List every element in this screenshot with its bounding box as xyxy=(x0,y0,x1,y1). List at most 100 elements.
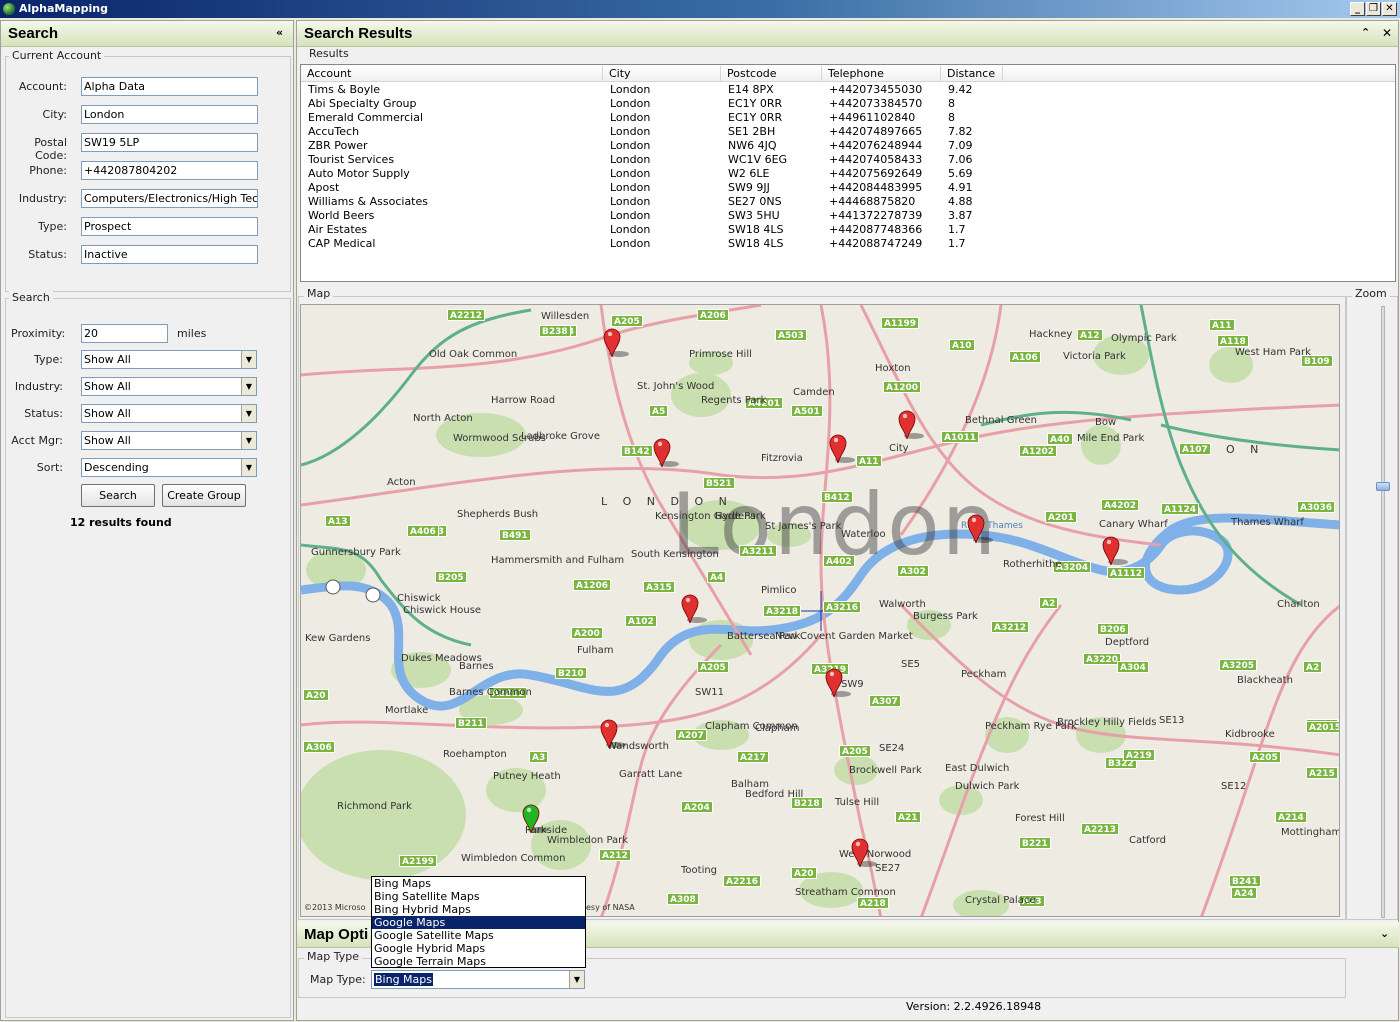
table-cell: Abi Specialty Group xyxy=(308,97,417,110)
result-pin-icon[interactable] xyxy=(598,716,626,750)
table-row[interactable]: Williams & Associates London SE27 0NS +4446… xyxy=(301,195,1395,209)
place-label: East Dulwich xyxy=(945,763,1010,774)
column-header[interactable]: Distance xyxy=(941,66,1003,82)
map-type-option[interactable]: Bing Satellite Maps xyxy=(372,890,585,903)
collapse-left-icon[interactable]: « xyxy=(276,26,283,39)
map-type-option[interactable]: Google Maps xyxy=(372,916,585,929)
account-field-value[interactable]: Alpha Data xyxy=(81,77,258,96)
roundabout-2 xyxy=(325,579,341,595)
account-field-value[interactable]: Prospect xyxy=(81,217,258,236)
zoom-track[interactable] xyxy=(1381,306,1385,918)
result-pin-icon[interactable] xyxy=(601,325,629,359)
results-panel-title: Search Results xyxy=(304,25,413,42)
column-header[interactable]: Telephone xyxy=(822,66,941,82)
search-button[interactable]: Search xyxy=(81,484,155,507)
close-icon[interactable]: ✕ xyxy=(1382,2,1397,16)
account-field-value[interactable]: Computers/Electronics/High Tech xyxy=(81,189,258,208)
proximity-input[interactable]: 20 xyxy=(81,324,168,343)
results-found-text: 12 results found xyxy=(70,516,172,529)
table-cell: London xyxy=(610,97,651,110)
filter-select[interactable]: Descending ▼ xyxy=(81,458,257,477)
table-cell: +442074897665 xyxy=(829,125,923,138)
table-cell: +442087748366 xyxy=(829,223,923,236)
road-label: A1206 xyxy=(573,579,612,591)
table-row[interactable]: CAP Medical London SW18 4LS +442088747249 1.… xyxy=(301,237,1395,251)
place-label: Tulse Hill xyxy=(835,797,880,808)
place-label: Crystal Palace xyxy=(965,895,1036,906)
zoom-slider-thumb[interactable] xyxy=(1376,482,1390,491)
dropdown-arrow-icon[interactable]: ▼ xyxy=(241,351,256,368)
filter-select[interactable]: Show All ▼ xyxy=(81,377,257,396)
result-pin-icon[interactable] xyxy=(849,835,877,869)
road-label: A207 xyxy=(675,729,707,741)
map-type-option[interactable]: Google Satellite Maps xyxy=(372,929,585,942)
panel-close-icon[interactable]: ✕ xyxy=(1382,26,1392,40)
place-label: City xyxy=(889,443,909,454)
table-cell: 1.7 xyxy=(948,223,966,236)
table-row[interactable]: Apost London SW9 9JJ +442084483995 4.91 xyxy=(301,181,1395,195)
table-row[interactable]: ZBR Power London NW6 4JQ +442076248944 7.09 xyxy=(301,139,1395,153)
result-pin-icon[interactable] xyxy=(651,435,679,469)
dropdown-arrow-icon[interactable]: ▼ xyxy=(241,405,256,422)
filter-select[interactable]: Show All ▼ xyxy=(81,350,257,369)
account-field-value[interactable]: London xyxy=(81,105,258,124)
road-label: A4 xyxy=(707,571,727,583)
map-type-option[interactable]: Bing Maps xyxy=(372,877,585,890)
table-row[interactable]: Abi Specialty Group London EC1Y 0RR +442073… xyxy=(301,97,1395,111)
column-header[interactable]: City xyxy=(603,66,721,82)
map-type-option[interactable]: Google Terrain Maps xyxy=(372,955,585,968)
map-type-option[interactable]: Bing Hybrid Maps xyxy=(372,903,585,916)
restore-icon[interactable]: ❐ xyxy=(1366,2,1381,16)
zoom-group xyxy=(1346,296,1398,920)
expand-map-options-icon[interactable]: ⌄ xyxy=(1380,927,1389,940)
column-header[interactable]: Account xyxy=(301,66,603,82)
table-row[interactable]: Tims & Boyle London E14 8PX +442073455030 9.… xyxy=(301,83,1395,97)
dropdown-arrow-icon[interactable]: ▼ xyxy=(569,971,584,988)
result-pin-icon[interactable] xyxy=(965,511,993,545)
road-label: A5 xyxy=(649,405,669,417)
road-label: A214 xyxy=(1275,811,1307,823)
result-pin-icon[interactable] xyxy=(1100,533,1128,567)
create-group-button[interactable]: Create Group xyxy=(162,484,246,507)
collapse-up-icon[interactable]: ⌃ xyxy=(1361,26,1370,39)
account-field-value[interactable]: Inactive xyxy=(81,245,258,264)
table-row[interactable]: World Beers London SW3 5HU +441372278739 3.8… xyxy=(301,209,1395,223)
filter-select[interactable]: Show All ▼ xyxy=(81,431,257,450)
dropdown-arrow-icon[interactable]: ▼ xyxy=(241,459,256,476)
place-label: Barnes Common xyxy=(449,687,532,698)
map-view[interactable]: London A407A4003B520A502A503A1199A12A11A… xyxy=(300,304,1340,917)
result-pin-icon[interactable] xyxy=(896,407,924,441)
road-label: A11 xyxy=(1209,319,1235,331)
map-type-label: Map Type: xyxy=(310,973,366,986)
table-cell: SE27 0NS xyxy=(728,195,782,208)
table-row[interactable]: Emerald Commercial London EC1Y 0RR +4496110… xyxy=(301,111,1395,125)
road-label: A2216 xyxy=(723,875,762,887)
table-row[interactable]: Tourist Services London WC1V 6EG +442074058… xyxy=(301,153,1395,167)
table-row[interactable]: AccuTech London SE1 2BH +442074897665 7.82 xyxy=(301,125,1395,139)
place-label: SW11 xyxy=(695,687,724,698)
map-type-select[interactable]: Bing Maps ▼ xyxy=(371,970,585,989)
dropdown-arrow-icon[interactable]: ▼ xyxy=(241,432,256,449)
result-pin-icon[interactable] xyxy=(827,431,855,465)
table-row[interactable]: Auto Motor Supply London W2 6LE +4420756926… xyxy=(301,167,1395,181)
place-label: Peckham xyxy=(961,669,1007,680)
map-copyright-left: ©2013 Microso xyxy=(304,903,366,912)
result-pin-icon[interactable] xyxy=(679,591,707,625)
place-label: Primrose Hill xyxy=(689,349,752,360)
account-field-value[interactable]: +442087804202 xyxy=(81,161,258,180)
result-pin-icon[interactable] xyxy=(823,665,851,699)
place-label: Ladbroke Grove xyxy=(521,431,600,442)
column-header[interactable]: Postcode xyxy=(721,66,822,82)
dropdown-arrow-icon[interactable]: ▼ xyxy=(241,378,256,395)
account-field-value[interactable]: SW19 5LP xyxy=(81,133,258,152)
map-type-option[interactable]: Google Hybrid Maps xyxy=(372,942,585,955)
road-label: A13 xyxy=(325,515,351,527)
results-table: Account City Postcode Telephone Distance Tims… xyxy=(300,64,1396,282)
table-cell: ZBR Power xyxy=(308,139,368,152)
current-account-pin-icon[interactable] xyxy=(520,801,548,835)
place-label: Wimbledon Common xyxy=(461,853,566,864)
road-label: A307 xyxy=(869,695,901,707)
table-row[interactable]: Air Estates London SW18 4LS +442087748366 1.… xyxy=(301,223,1395,237)
minimize-icon[interactable]: _ xyxy=(1350,2,1365,16)
filter-select[interactable]: Show All ▼ xyxy=(81,404,257,423)
